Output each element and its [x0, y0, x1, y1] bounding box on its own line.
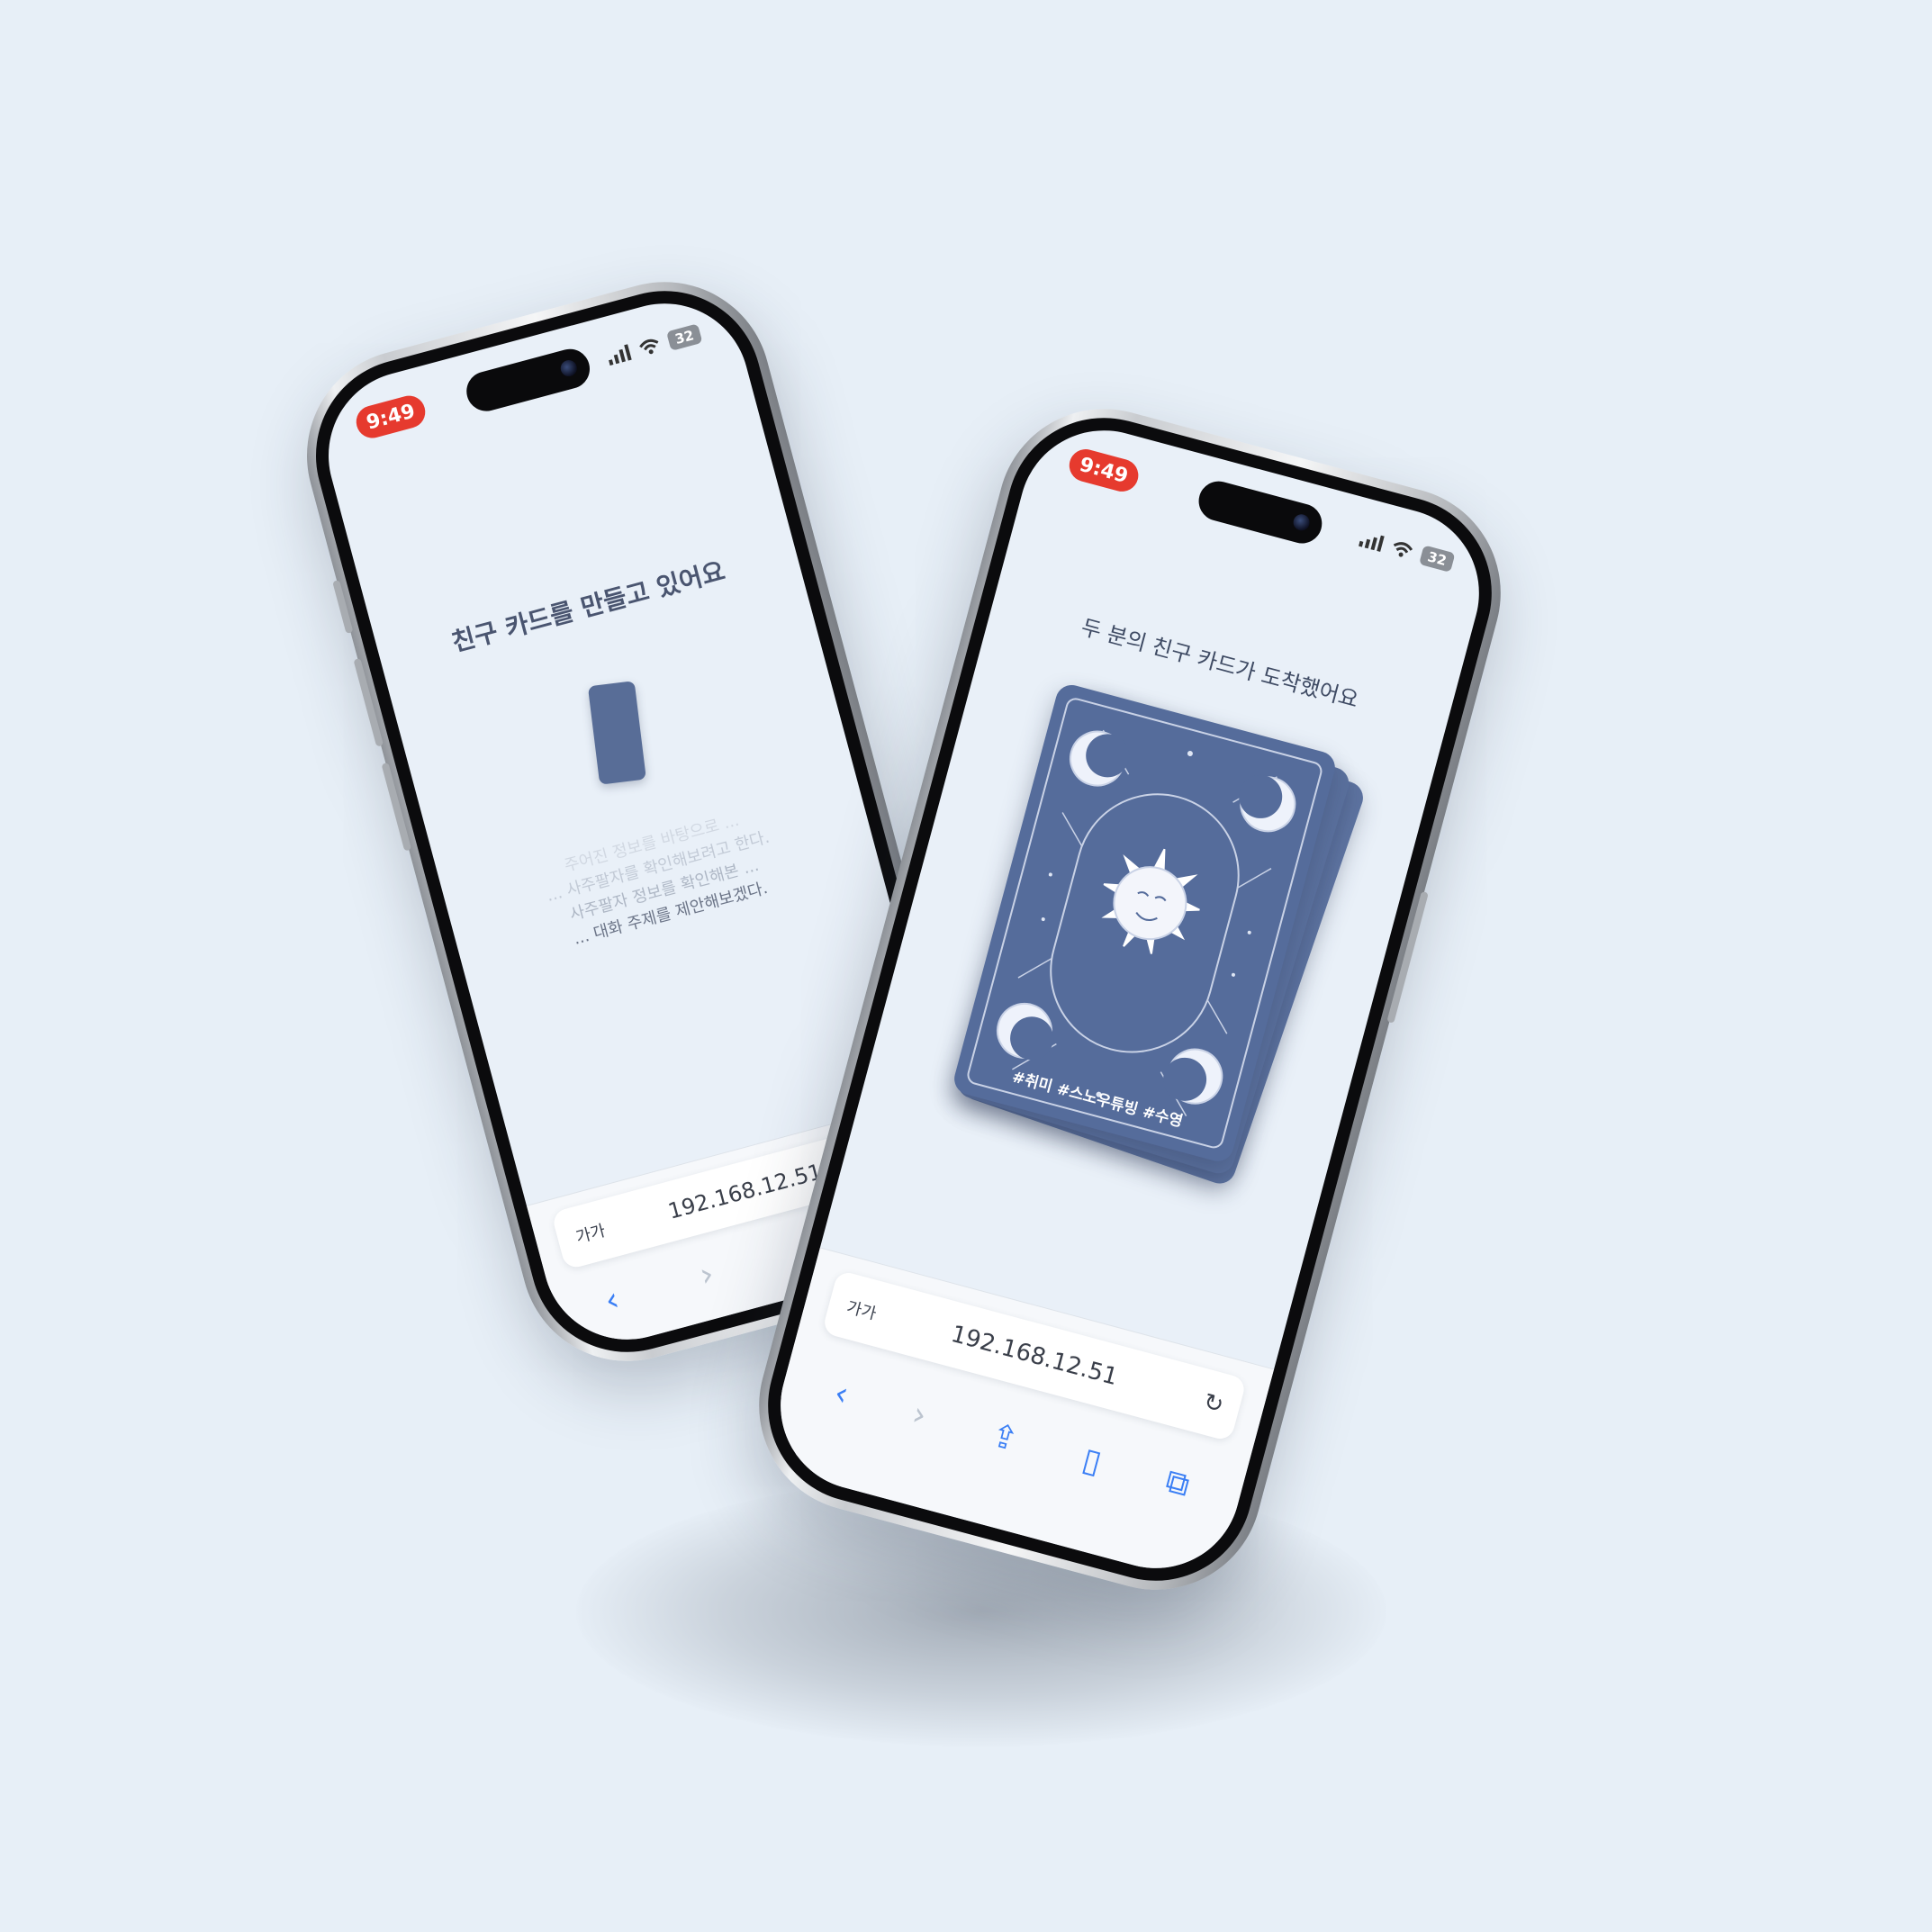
status-icons: 32 [605, 323, 703, 367]
tabs-icon[interactable]: ⧉ [1161, 1462, 1193, 1504]
share-icon[interactable]: ⇪ [987, 1416, 1023, 1458]
wifi-icon [1393, 542, 1413, 557]
forward-icon[interactable]: › [908, 1395, 931, 1434]
friend-card-stack[interactable]: #취미 #스노우튜빙 #수영 [942, 681, 1368, 1205]
dynamic-island [461, 344, 594, 416]
loading-card-icon [587, 681, 646, 785]
signal-icon [609, 344, 632, 366]
dynamic-island [1194, 476, 1327, 548]
status-icons: 32 [1358, 528, 1456, 573]
battery-icon: 32 [666, 323, 703, 351]
status-time-badge: 9:49 [352, 392, 429, 442]
progress-messages: 주어진 정보를 바탕으로 ... ... 사주팔자를 확인해보려고 한다. 사주… [441, 776, 881, 981]
bookmarks-icon[interactable]: ▯ [1079, 1440, 1106, 1481]
back-icon[interactable]: ‹ [830, 1374, 853, 1413]
forward-icon[interactable]: › [696, 1255, 718, 1294]
tarot-sun-illustration [967, 698, 1323, 1149]
wifi-icon [639, 339, 659, 355]
page-title: 친구 카드를 만들고 있어요 [448, 555, 728, 658]
friend-card[interactable]: #취미 #스노우튜빙 #수영 [951, 681, 1339, 1165]
battery-icon: 32 [1419, 545, 1456, 573]
signal-icon [1358, 535, 1385, 553]
back-icon[interactable]: ‹ [600, 1280, 623, 1319]
status-time-badge: 9:49 [1065, 446, 1142, 495]
